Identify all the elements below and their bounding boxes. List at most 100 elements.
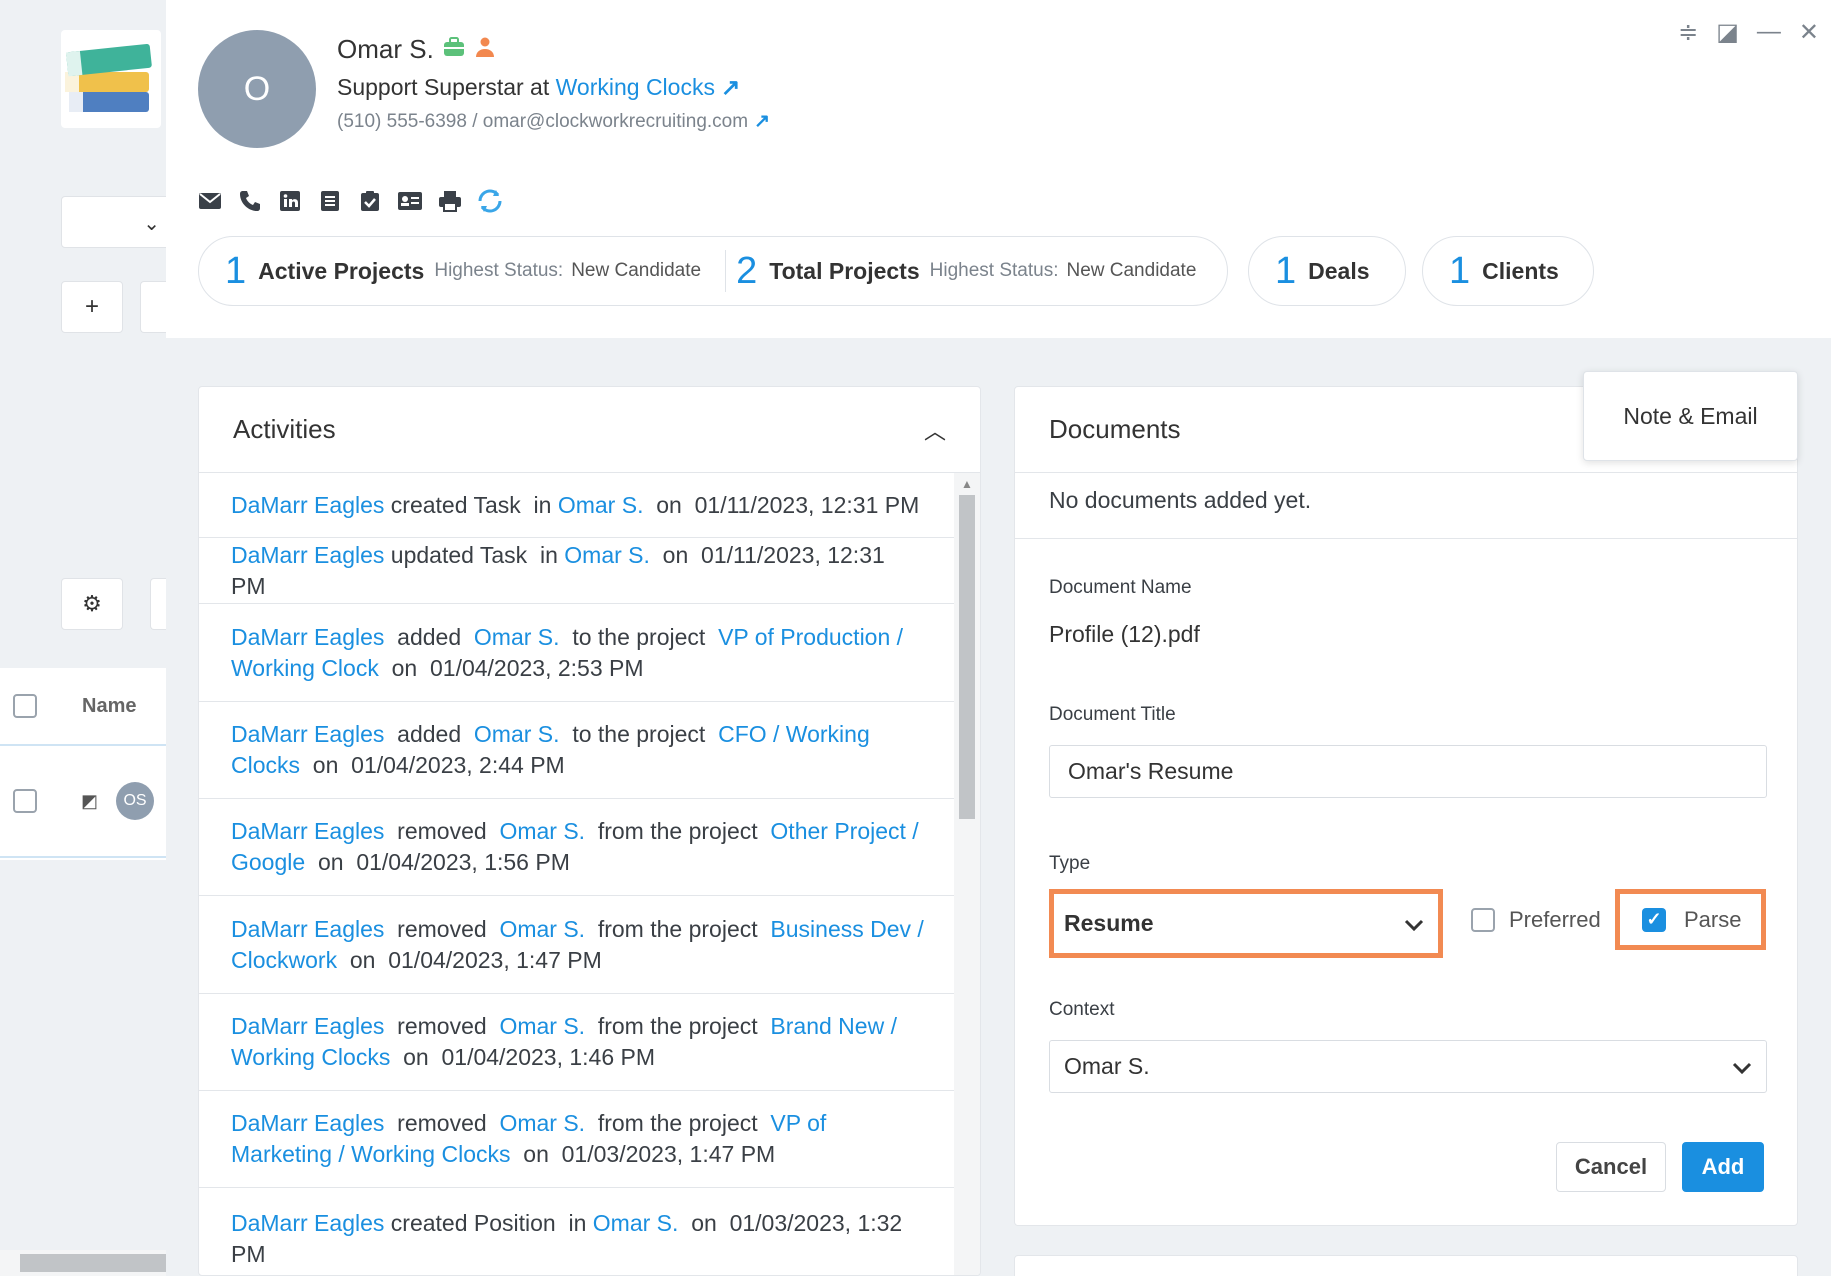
external-link-icon[interactable]: ↗	[721, 74, 740, 100]
clients-stat[interactable]: 1 Clients	[1422, 236, 1594, 306]
activity-date: on 01/03/2023, 1:47 PM	[510, 1141, 776, 1167]
activity-item: DaMarr Eagles created Task in Omar S. on…	[199, 473, 956, 538]
compact-view-icon[interactable]: ≑	[1678, 18, 1698, 47]
add-button[interactable]: +	[61, 281, 123, 333]
actor-link[interactable]: DaMarr Eagles	[231, 1013, 384, 1039]
activity-text: DaMarr Eagles removed Omar S. from the p…	[231, 914, 924, 976]
activity-item: DaMarr Eagles removed Omar S. from the p…	[199, 1091, 956, 1188]
phone-icon[interactable]	[236, 187, 264, 215]
activity-date: on 01/04/2023, 1:47 PM	[337, 946, 602, 973]
settings-button[interactable]: ⚙	[61, 578, 123, 630]
candidate-link[interactable]: Omar S.	[564, 542, 650, 568]
secondary-button[interactable]	[140, 281, 166, 333]
document-name: Profile (12).pdf	[1049, 621, 1200, 647]
activity-list: DaMarr Eagles created Task in Omar S. on…	[199, 473, 956, 1275]
table-row[interactable]: ◩ OS	[0, 746, 166, 858]
contact-info-line: (510) 555-6398 / omar@clockworkrecruitin…	[337, 110, 770, 133]
activity-item: DaMarr Eagles removed Omar S. from the p…	[199, 799, 956, 896]
candidate-link[interactable]: Omar S.	[499, 916, 585, 942]
popout-icon[interactable]: ◪	[1716, 18, 1739, 47]
contact-header: O Omar S. Support Superstar at Working C…	[166, 0, 1831, 338]
next-card	[1014, 1255, 1798, 1276]
table-header: Name	[0, 668, 166, 746]
activity-date: on 01/04/2023, 1:56 PM	[305, 849, 570, 875]
add-button[interactable]: Add	[1682, 1142, 1764, 1192]
activity-verb: added	[384, 721, 474, 747]
close-icon[interactable]: ✕	[1799, 18, 1819, 47]
scrollbar-thumb[interactable]	[959, 495, 975, 819]
actor-link[interactable]: DaMarr Eagles	[231, 916, 384, 942]
activity-item: DaMarr Eagles created Position in Omar S…	[199, 1188, 956, 1275]
contact-panel: O Omar S. Support Superstar at Working C…	[166, 0, 1831, 1276]
actor-link[interactable]: DaMarr Eagles	[231, 1110, 384, 1136]
total-projects-label[interactable]: Total Projects	[769, 258, 919, 285]
note-email-button[interactable]: Note & Email	[1583, 371, 1798, 461]
parse-option[interactable]: ✓ Parse	[1615, 889, 1766, 950]
cancel-button[interactable]: Cancel	[1556, 1142, 1666, 1192]
activity-detail: to the project	[559, 623, 719, 650]
select-all-checkbox[interactable]	[13, 694, 37, 718]
row-checkbox[interactable]	[13, 789, 37, 813]
activity-text: DaMarr Eagles created Task in Omar S. on…	[231, 490, 924, 521]
actor-link[interactable]: DaMarr Eagles	[231, 818, 384, 844]
active-projects-label[interactable]: Active Projects	[258, 258, 424, 285]
deals-stat[interactable]: 1 Deals	[1248, 236, 1406, 306]
id-card-icon[interactable]	[396, 187, 424, 215]
context-select[interactable]: Omar S.	[1049, 1040, 1767, 1093]
divider	[725, 250, 727, 292]
activities-header[interactable]: Activities ︿	[199, 387, 980, 473]
job-title-line: Support Superstar at Working Clocks ↗	[337, 74, 740, 101]
clients-count: 1	[1449, 249, 1471, 292]
activity-date: on 01/04/2023, 2:44 PM	[300, 752, 565, 778]
contact-name-row: Omar S.	[337, 34, 496, 65]
actor-link[interactable]: DaMarr Eagles	[231, 542, 384, 568]
expand-icon[interactable]: ◩	[81, 791, 98, 812]
candidate-link[interactable]: Omar S.	[499, 1110, 585, 1136]
parse-checkbox[interactable]: ✓	[1642, 907, 1666, 932]
actor-link[interactable]: DaMarr Eagles	[231, 624, 384, 650]
candidate-link[interactable]: Omar S.	[558, 492, 644, 518]
parse-label: Parse	[1684, 906, 1742, 932]
external-link-icon[interactable]: ↗	[754, 111, 770, 132]
horizontal-scrollbar[interactable]	[0, 1250, 166, 1276]
company-link[interactable]: Working Clocks	[556, 74, 715, 100]
view-select[interactable]: ⌄	[61, 196, 171, 248]
type-select[interactable]: Resume	[1049, 889, 1443, 958]
scroll-up-icon[interactable]: ▲	[961, 477, 973, 491]
candidate-link[interactable]: Omar S.	[593, 1210, 679, 1236]
scrollbar-thumb[interactable]	[20, 1254, 166, 1272]
document-title-input[interactable]: Omar's Resume	[1049, 745, 1767, 798]
actor-link[interactable]: DaMarr Eagles	[231, 492, 384, 518]
total-projects-count: 2	[736, 249, 758, 292]
activity-detail: from the project	[585, 818, 771, 844]
minimize-icon[interactable]: —	[1757, 18, 1781, 47]
actor-link[interactable]: DaMarr Eagles	[231, 1210, 384, 1236]
document-icon[interactable]	[316, 187, 344, 215]
clipboard-check-icon[interactable]	[356, 187, 384, 215]
email-icon[interactable]	[196, 187, 224, 215]
preferred-option[interactable]: Preferred	[1471, 907, 1601, 933]
candidate-link[interactable]: Omar S.	[499, 818, 585, 844]
activity-verb: removed	[384, 1110, 500, 1136]
activity-text: DaMarr Eagles created Position in Omar S…	[231, 1208, 924, 1270]
activity-detail: to the project	[559, 721, 719, 747]
candidate-link[interactable]: Omar S.	[499, 1013, 585, 1039]
chevron-up-icon[interactable]: ︿	[924, 414, 946, 446]
sync-icon[interactable]	[476, 187, 504, 215]
phone-email[interactable]: (510) 555-6398 / omar@clockworkrecruitin…	[337, 111, 748, 132]
activities-card: Activities ︿ DaMarr Eagles created Task …	[198, 386, 981, 1276]
name-column-header[interactable]: Name	[82, 695, 136, 718]
candidate-link[interactable]: Omar S.	[474, 624, 560, 650]
vertical-scrollbar[interactable]: ▲	[954, 473, 980, 1275]
activity-verb: removed	[384, 1013, 500, 1039]
actor-link[interactable]: DaMarr Eagles	[231, 721, 384, 747]
secondary-button[interactable]	[150, 578, 166, 630]
empty-state-text: No documents added yet.	[1049, 487, 1312, 513]
print-icon[interactable]	[436, 187, 464, 215]
app-logo	[61, 30, 161, 128]
documents-card: Documents No documents added yet. Docume…	[1014, 386, 1798, 1226]
preferred-checkbox[interactable]	[1471, 908, 1495, 932]
candidate-link[interactable]: Omar S.	[474, 721, 560, 747]
activity-item: DaMarr Eagles added Omar S. to the proje…	[199, 604, 956, 702]
linkedin-icon[interactable]	[276, 187, 304, 215]
